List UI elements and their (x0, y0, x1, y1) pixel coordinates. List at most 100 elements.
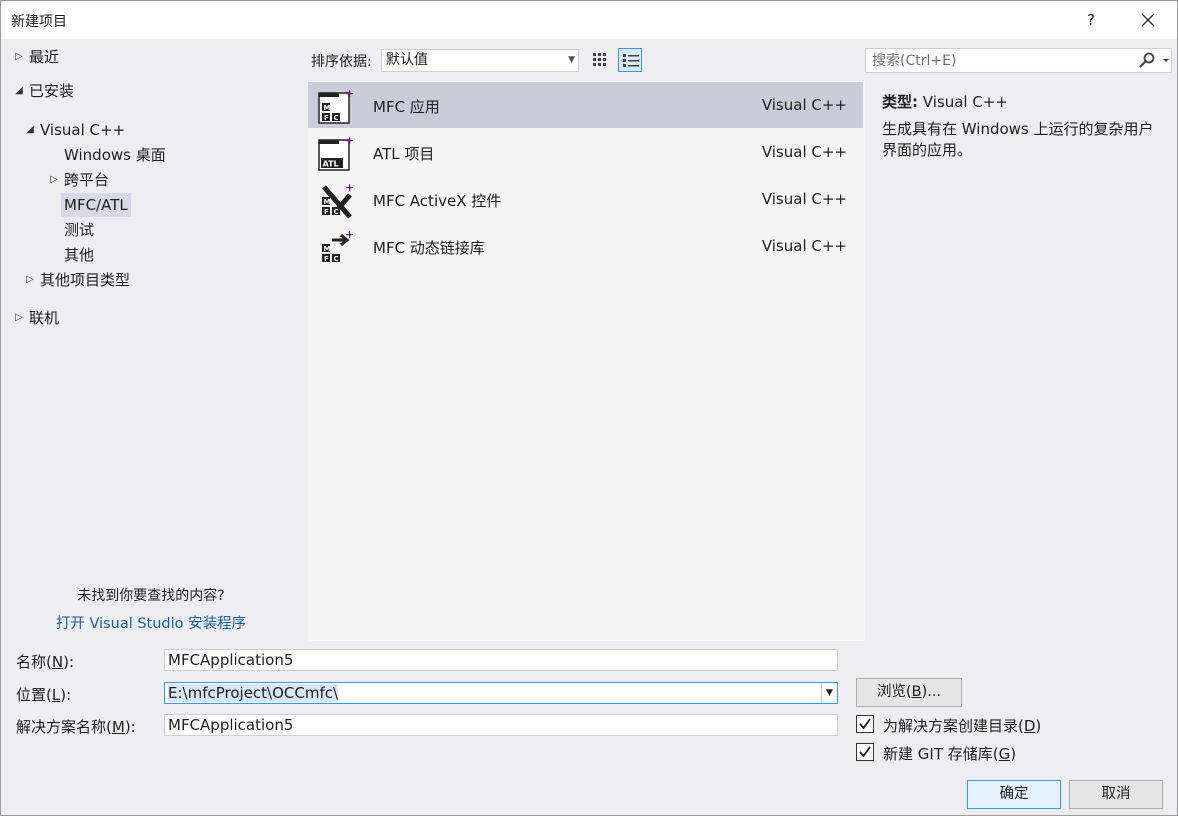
svg-text:C: C (334, 114, 339, 122)
sort-value: 默认值 (386, 52, 428, 68)
mfc-activex-icon: ++ M F C (322, 181, 354, 219)
mfc-app-icon: ++ M F C (318, 87, 354, 124)
collapse-arrow-icon[interactable]: ◢ (13, 79, 25, 103)
tree-item-other[interactable]: 其他 (64, 243, 94, 267)
collapse-arrow-icon[interactable]: ◢ (24, 118, 36, 142)
tree-item-cross-platform[interactable]: ▷ 跨平台 (50, 168, 110, 192)
expand-arrow-icon[interactable]: ▷ (24, 268, 36, 292)
svg-text:F: F (324, 114, 329, 122)
template-language: Visual C++ (761, 237, 847, 255)
tree-item-label: 最近 (29, 48, 60, 66)
svg-text:++: ++ (345, 87, 354, 100)
svg-text:F: F (324, 208, 329, 216)
solution-name-label: 解决方案名称(M): (16, 718, 136, 736)
search-input[interactable] (866, 49, 1126, 72)
open-installer-link[interactable]: 打开 Visual Studio 安装程序 (1, 612, 301, 633)
template-name: MFC 应用 (373, 98, 440, 116)
svg-text:C: C (334, 208, 339, 216)
svg-text:M: M (324, 245, 331, 253)
sort-label: 排序依据: (311, 54, 372, 70)
checkbox-label: 为解决方案创建目录(D) (883, 717, 1042, 735)
template-row-mfc-activex[interactable]: ++ M F C MFC ActiveX 控件 Visual C++ (308, 176, 863, 222)
sort-dropdown[interactable]: 默认值 ▼ (381, 49, 579, 72)
tree-item-other-project-types[interactable]: ▷ 其他项目类型 (26, 268, 131, 292)
tree-item-online[interactable]: ▷ 联机 (15, 306, 60, 330)
tree-item-visual-cpp[interactable]: ◢ Visual C++ (26, 118, 126, 142)
svg-text:M: M (324, 198, 331, 206)
tree-item-recent[interactable]: ▷ 最近 (15, 45, 60, 69)
location-combobox[interactable]: E:\mfcProject\OCCmfc\ ▼ (164, 682, 838, 704)
expand-arrow-icon[interactable]: ▷ (48, 168, 60, 192)
template-language: Visual C++ (761, 96, 847, 114)
tree-item-label: 其他项目类型 (40, 271, 131, 289)
search-button[interactable] (1138, 52, 1172, 70)
tree-item-label: 跨平台 (64, 171, 110, 189)
checkbox-label: 新建 GIT 存储库(G) (883, 745, 1017, 763)
template-name: MFC ActiveX 控件 (373, 192, 502, 210)
solution-name-field[interactable]: MFCApplication5 (164, 714, 838, 736)
browse-button[interactable]: 浏览(B)... (856, 678, 962, 707)
tree-item-label: 已安装 (29, 82, 75, 100)
template-name: ATL 项目 (373, 145, 435, 163)
template-name: MFC 动态链接库 (373, 239, 485, 257)
tree-item-label: Windows 桌面 (64, 146, 166, 164)
grid-view-icon (593, 53, 606, 66)
tree-item-mfc-atl[interactable]: MFC/ATL (61, 193, 131, 217)
tree-item-installed[interactable]: ◢ 已安装 (15, 79, 75, 103)
tree-item-label: 联机 (29, 309, 60, 327)
mfc-dll-icon: ++ M F C (322, 228, 354, 263)
template-language: Visual C++ (761, 190, 847, 208)
svg-text:++: ++ (345, 228, 354, 241)
svg-text:F: F (324, 255, 329, 263)
template-language: Visual C++ (761, 143, 847, 161)
window-title: 新建项目 (11, 14, 67, 30)
location-value: E:\mfcProject\OCCmfc\ (168, 684, 339, 702)
list-view-button[interactable] (618, 48, 642, 72)
expand-arrow-icon[interactable]: ▷ (13, 306, 25, 330)
template-row-mfc-app[interactable]: ++ M F C MFC 应用 Visual C++ (308, 82, 863, 128)
name-label: 名称(N): (16, 653, 74, 671)
template-description: 生成具有在 Windows 上运行的复杂用户界面的应用。 (882, 120, 1154, 159)
svg-text:C: C (334, 255, 339, 263)
checkmark-icon (859, 746, 871, 758)
ok-button[interactable]: 确定 (967, 780, 1061, 809)
location-label: 位置(L): (16, 686, 72, 704)
template-row-mfc-dll[interactable]: ++ M F C MFC 动态链接库 Visual C++ (308, 223, 863, 269)
not-found-text: 未找到你要查找的内容? (77, 588, 225, 604)
checkbox[interactable] (856, 715, 874, 733)
cancel-button[interactable]: 取消 (1069, 780, 1163, 809)
tree-item-test[interactable]: 测试 (64, 218, 94, 242)
new-project-dialog: 新建项目 ? ▷ 最近 ◢ 已安装 ◢ Visual C++ Windows 桌… (0, 0, 1178, 816)
tree-item-windows-desktop[interactable]: Windows 桌面 (64, 143, 166, 167)
tree-item-label: 其他 (64, 246, 95, 264)
search-box (865, 48, 1172, 73)
svg-text:ATL: ATL (323, 160, 339, 169)
location-dropdown-button[interactable]: ▼ (821, 683, 837, 703)
checkmark-icon (859, 718, 871, 730)
tree-item-label: Visual C++ (40, 121, 126, 139)
list-view-icon (623, 54, 639, 67)
svg-text:++: ++ (345, 181, 354, 194)
svg-text:M: M (324, 104, 331, 112)
expand-arrow-icon[interactable]: ▷ (13, 45, 25, 69)
atl-project-icon: ++ ATL (318, 134, 354, 171)
grid-view-button[interactable] (588, 48, 612, 72)
template-list: ++ M F C MFC 应用 Visual C++ ++ ATL ATL 项目… (308, 81, 865, 641)
tree-item-label: 测试 (64, 221, 95, 239)
sort-bar: 排序依据: 默认值 ▼ (301, 39, 866, 83)
template-row-atl-project[interactable]: ++ ATL ATL 项目 Visual C++ (308, 129, 863, 175)
svg-text:++: ++ (345, 134, 354, 147)
type-label: 类型: (882, 93, 918, 111)
close-icon (1141, 13, 1155, 27)
project-name-field[interactable]: MFCApplication5 (164, 649, 838, 671)
tree-item-label: MFC/ATL (64, 196, 128, 214)
type-value: Visual C++ (922, 93, 1008, 111)
close-button[interactable] (1131, 7, 1165, 33)
help-button[interactable]: ? (1081, 7, 1101, 33)
dropdown-arrow-icon: ▼ (826, 688, 833, 698)
title-bar: 新建项目 ? (1, 1, 1177, 39)
dropdown-arrow-icon: ▼ (568, 55, 575, 65)
template-tree: ▷ 最近 ◢ 已安装 ◢ Visual C++ Windows 桌面 ▷ 跨平台… (1, 39, 301, 641)
template-type: 类型: Visual C++ (882, 91, 1008, 112)
checkbox[interactable] (856, 743, 874, 761)
